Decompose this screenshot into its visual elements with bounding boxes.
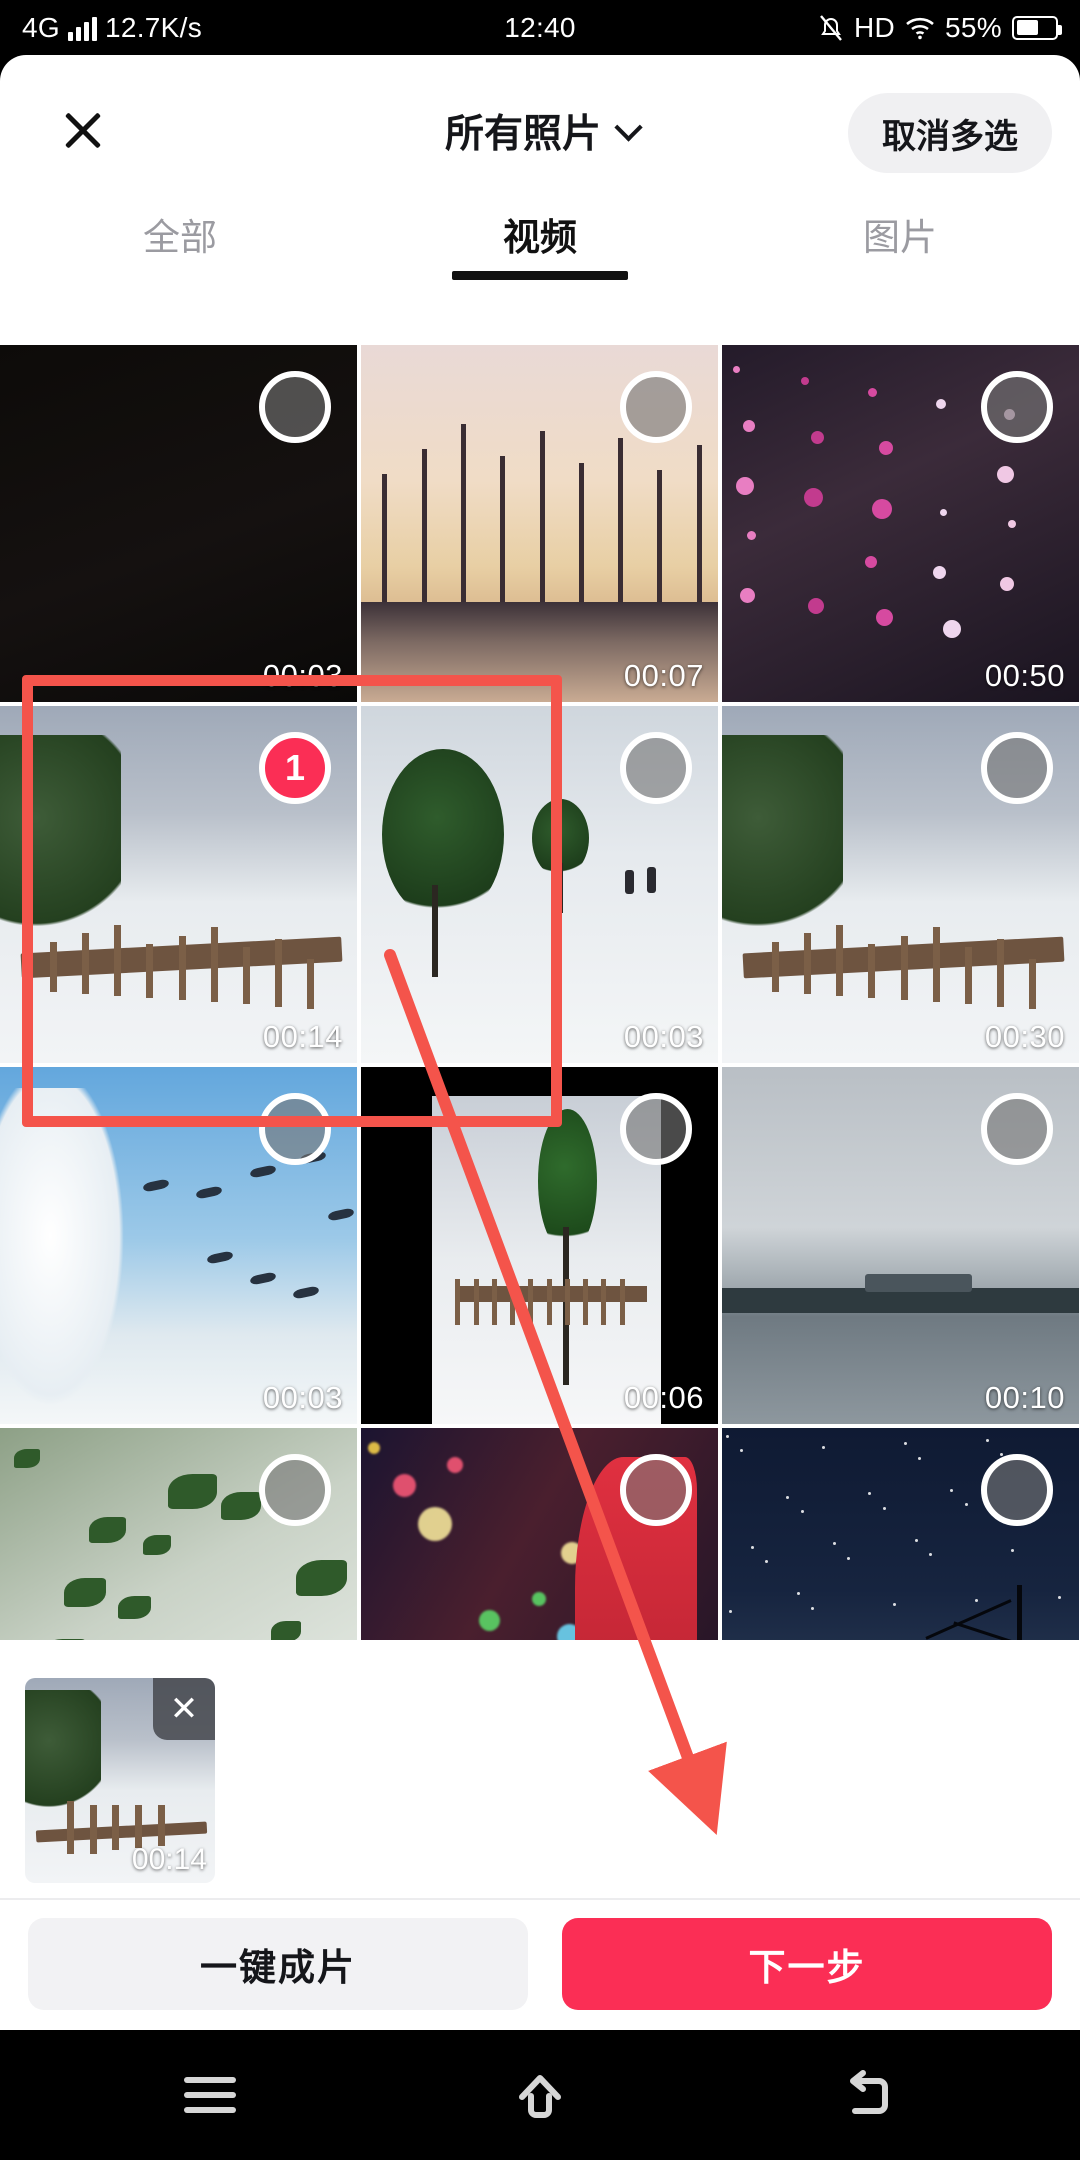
media-grid-item[interactable]: 00:06: [361, 1067, 718, 1424]
home-icon: [519, 2075, 561, 2118]
media-grid-item[interactable]: 00:03: [0, 345, 357, 702]
duration-label: 00:06: [623, 1380, 704, 1415]
auto-compose-label: 一键成片: [200, 1947, 356, 1988]
battery-percent-label: 55%: [945, 11, 1002, 43]
cancel-multiselect-button[interactable]: 取消多选: [848, 93, 1052, 173]
battery-icon: [1012, 15, 1062, 40]
next-step-label: 下一步: [748, 1947, 866, 1988]
selection-badge[interactable]: 1: [259, 732, 331, 804]
selection-checkbox[interactable]: [259, 1454, 331, 1526]
duration-label: 00:30: [984, 1019, 1065, 1054]
cancel-multiselect-label: 取消多选: [882, 117, 1018, 156]
tab-video-label: 视频: [503, 217, 577, 258]
selection-order-label: 1: [284, 747, 306, 788]
status-bar: 4G 12.7K/s 12:40 HD 55%: [0, 0, 1080, 55]
media-grid-item[interactable]: 00:10: [722, 1067, 1079, 1424]
media-grid-item[interactable]: 00:03: [0, 1067, 357, 1424]
selection-checkbox[interactable]: [620, 1093, 692, 1165]
tab-video[interactable]: 视频: [360, 180, 720, 288]
media-grid-item[interactable]: 00:30: [722, 706, 1079, 1063]
status-right: HD 55%: [818, 11, 1062, 44]
back-icon: [850, 2070, 888, 2114]
selected-media-thumbnail[interactable]: ✕ 00:14: [25, 1678, 215, 1883]
media-type-tabs: 全部 视频 图片: [0, 180, 1080, 288]
selected-duration-label: 00:14: [131, 1843, 207, 1876]
media-grid: 00:03 00:07 00:50 00:14 1 00:03 00:30 00…: [0, 345, 1080, 1785]
duration-label: 00:10: [984, 1380, 1065, 1415]
selection-checkbox[interactable]: [259, 371, 331, 443]
duration-label: 00:07: [623, 658, 704, 693]
duration-label: 00:03: [262, 1380, 343, 1415]
duration-label: 00:14: [262, 1019, 343, 1054]
selection-checkbox[interactable]: [981, 371, 1053, 443]
duration-label: 00:03: [262, 658, 343, 693]
selection-checkbox[interactable]: [259, 1093, 331, 1165]
remove-selected-label: ✕: [169, 1690, 199, 1728]
duration-label: 00:50: [984, 658, 1065, 693]
tab-active-indicator: [452, 271, 628, 280]
bottom-action-bar: 一键成片 下一步: [0, 1900, 1080, 2030]
tab-all-label: 全部: [143, 217, 217, 258]
nav-home-button[interactable]: [440, 2030, 640, 2160]
menu-icon: [184, 2068, 236, 2122]
tab-all[interactable]: 全部: [0, 180, 360, 288]
remove-selected-icon[interactable]: ✕: [153, 1678, 215, 1740]
selection-checkbox[interactable]: [981, 1093, 1053, 1165]
album-title-label: 所有照片: [444, 113, 601, 156]
mute-icon: [820, 14, 842, 41]
duration-label: 00:03: [623, 1019, 704, 1054]
selection-checkbox[interactable]: [620, 371, 692, 443]
tab-photo-label: 图片: [863, 217, 937, 258]
wifi-icon: [906, 17, 934, 39]
selected-media-tray: ✕ 00:14: [0, 1640, 1080, 1900]
auto-compose-button[interactable]: 一键成片: [28, 1918, 528, 2010]
nav-back-button[interactable]: [770, 2030, 970, 2160]
clock-label: 12:40: [504, 11, 576, 43]
media-grid-item[interactable]: 00:03: [361, 706, 718, 1063]
chevron-down-icon: [614, 113, 643, 142]
selection-checkbox[interactable]: [981, 732, 1053, 804]
media-grid-item[interactable]: 00:14 1: [0, 706, 357, 1063]
app-sheet: 所有照片 取消多选 全部 视频 图片 00:03 00:07 00:50 00:…: [0, 55, 1080, 2030]
selection-checkbox[interactable]: [981, 1454, 1053, 1526]
android-nav-bar: [0, 2030, 1080, 2160]
hd-icon: HD: [854, 11, 896, 43]
selection-checkbox[interactable]: [620, 1454, 692, 1526]
next-step-button[interactable]: 下一步: [562, 1918, 1052, 2010]
app-header: 所有照片 取消多选: [0, 55, 1080, 180]
selection-checkbox[interactable]: [620, 732, 692, 804]
media-grid-item[interactable]: 00:07: [361, 345, 718, 702]
tab-photo[interactable]: 图片: [720, 180, 1080, 288]
media-grid-item[interactable]: 00:50: [722, 345, 1079, 702]
nav-recents-button[interactable]: [110, 2030, 310, 2160]
